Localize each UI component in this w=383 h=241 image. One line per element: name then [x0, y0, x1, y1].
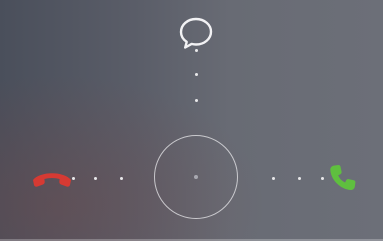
- message-bubble-icon[interactable]: [177, 15, 215, 53]
- track-dot-up-3: [195, 99, 198, 102]
- drag-ring[interactable]: [154, 135, 238, 219]
- track-dot-up-2: [195, 73, 198, 76]
- track-dot-right-1: [272, 177, 275, 180]
- ring-center-dot: [194, 175, 198, 179]
- phone-answer-icon[interactable]: [327, 163, 357, 193]
- incoming-call-screen: [0, 0, 383, 241]
- track-dot-left-3: [120, 177, 123, 180]
- track-dot-right-2: [298, 177, 301, 180]
- track-dot-left-2: [94, 177, 97, 180]
- track-dot-left-1: [72, 177, 75, 180]
- phone-hangup-icon[interactable]: [30, 168, 74, 190]
- track-dot-up-1: [195, 49, 198, 52]
- track-dot-right-3: [321, 177, 324, 180]
